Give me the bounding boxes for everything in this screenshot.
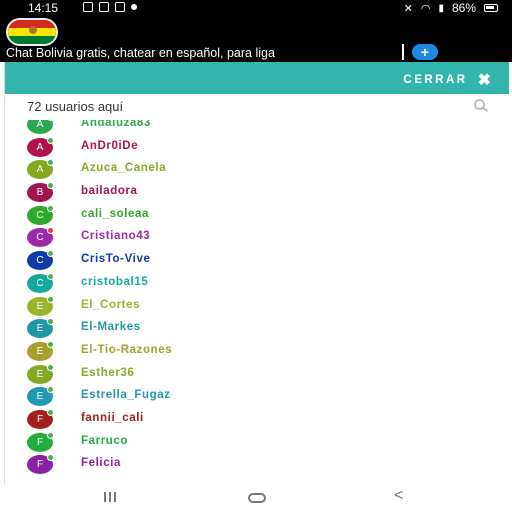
- user-name: cali_soleaa: [81, 207, 149, 220]
- user-status-dot: [47, 431, 54, 439]
- user-name: El_Cortes: [81, 298, 141, 311]
- user-status-dot: [47, 408, 54, 416]
- user-name: Esther36: [81, 366, 135, 379]
- search-icon[interactable]: [473, 98, 489, 114]
- status-bar: 14:15 ✕ ◠ ▮ 86%: [0, 0, 512, 16]
- close-icon: ✖: [477, 72, 491, 89]
- user-name: Farruco: [81, 434, 129, 447]
- user-name: fannii_cali: [81, 411, 144, 424]
- settings-notification-icon: [115, 2, 125, 12]
- home-button[interactable]: [248, 493, 266, 503]
- mute-icon: ✕: [403, 2, 413, 15]
- users-panel-header: CERRAR ✖: [5, 62, 509, 94]
- notification-icons: [83, 2, 137, 12]
- user-avatar: A: [27, 120, 53, 134]
- close-panel-button[interactable]: CERRAR ✖: [403, 70, 491, 90]
- user-name: AnDr0iDe: [81, 139, 139, 152]
- user-name: El-Tio-Razones: [81, 343, 173, 356]
- user-list-item[interactable]: E El_Cortes: [5, 295, 509, 319]
- dot-notification-icon: [131, 4, 137, 10]
- whatsapp-notification-icon: [99, 2, 109, 12]
- user-name: El-Markes: [81, 321, 141, 334]
- user-list-item[interactable]: Ffannii_cali: [5, 408, 509, 432]
- users-count: 72 usuarios aquí: [27, 99, 124, 114]
- user-list-item[interactable]: Ccristobal15: [5, 272, 509, 296]
- navigation-bar: <: [0, 484, 512, 512]
- signal-icon: ▮: [438, 2, 444, 14]
- user-status-dot: [47, 136, 54, 144]
- battery-percent: 86%: [451, 1, 476, 15]
- user-status-dot: [47, 227, 54, 235]
- user-status-dot: [47, 318, 54, 326]
- user-list-item[interactable]: A AnDr0iDe: [5, 136, 509, 160]
- user-list-item[interactable]: C CrisTo-Vive: [5, 250, 509, 273]
- battery-icon: [484, 4, 498, 12]
- user-name: Estrella_Fugaz: [81, 389, 171, 402]
- tab-separator: [402, 44, 404, 60]
- user-name: Felicia: [81, 457, 121, 470]
- user-list-item[interactable]: A Azuca_Canela: [5, 159, 509, 182]
- user-status-dot: [47, 204, 54, 212]
- user-status-dot: [47, 250, 54, 258]
- user-name: cristobal15: [81, 275, 149, 288]
- user-status-dot: [47, 454, 54, 462]
- user-status-dot: [47, 340, 54, 348]
- user-status-dot: [47, 295, 54, 303]
- user-status-dot: [47, 182, 54, 190]
- user-list-item[interactable]: E Estrella_Fugaz: [5, 386, 509, 409]
- user-name: Cristiano43: [81, 230, 151, 243]
- wifi-icon: ◠: [420, 2, 431, 15]
- user-status-dot: [47, 386, 54, 394]
- app-header: Chat Bolivia gratis, chatear en español,…: [0, 16, 512, 78]
- user-status-dot: [47, 272, 54, 280]
- screen: 14:15 ✕ ◠ ▮ 86% Chat Bolivia gratis, cha…: [0, 0, 512, 512]
- user-list-item[interactable]: E El-Markes: [5, 318, 509, 341]
- user-list-item[interactable]: F Farruco: [5, 431, 509, 455]
- user-name: Azuca_Canela: [81, 162, 167, 175]
- user-name: bailadora: [81, 185, 138, 198]
- user-list-item[interactable]: C Cristiano43: [5, 227, 509, 250]
- close-label: CERRAR: [403, 74, 468, 86]
- user-list-item[interactable]: E Esther36: [5, 363, 509, 387]
- user-list[interactable]: A Andaluza83 A AnDr0iDe A Azuca_Canela Bbailad…: [5, 120, 509, 484]
- recent-apps-button[interactable]: [104, 492, 116, 502]
- user-name: Andaluza83: [81, 120, 151, 129]
- bolivia-flag-icon[interactable]: [6, 18, 58, 46]
- user-name: CrisTo-Vive: [81, 253, 151, 266]
- add-tab-button[interactable]: +: [412, 44, 438, 60]
- user-list-item[interactable]: E El-Tio-Razones: [5, 340, 509, 364]
- status-time: 14:15: [28, 1, 59, 15]
- user-list-item[interactable]: Ccali_soleaa: [5, 204, 509, 228]
- image-notification-icon: [83, 2, 93, 12]
- users-search-row: 72 usuarios aquí: [5, 94, 509, 120]
- chat-room-title[interactable]: Chat Bolivia gratis, chatear en español,…: [6, 46, 406, 60]
- user-status-dot: [47, 363, 54, 371]
- user-list-item[interactable]: A Andaluza83: [5, 120, 509, 137]
- back-button[interactable]: <: [394, 487, 403, 505]
- users-panel: CERRAR ✖ 72 usuarios aquí A Andaluza83 A An…: [4, 62, 509, 484]
- user-list-item[interactable]: F Felicia: [5, 454, 509, 477]
- user-list-item[interactable]: Bbailadora: [5, 182, 509, 205]
- system-icons: ✕ ◠ ▮ 86%: [404, 1, 498, 15]
- user-status-dot: [47, 159, 54, 167]
